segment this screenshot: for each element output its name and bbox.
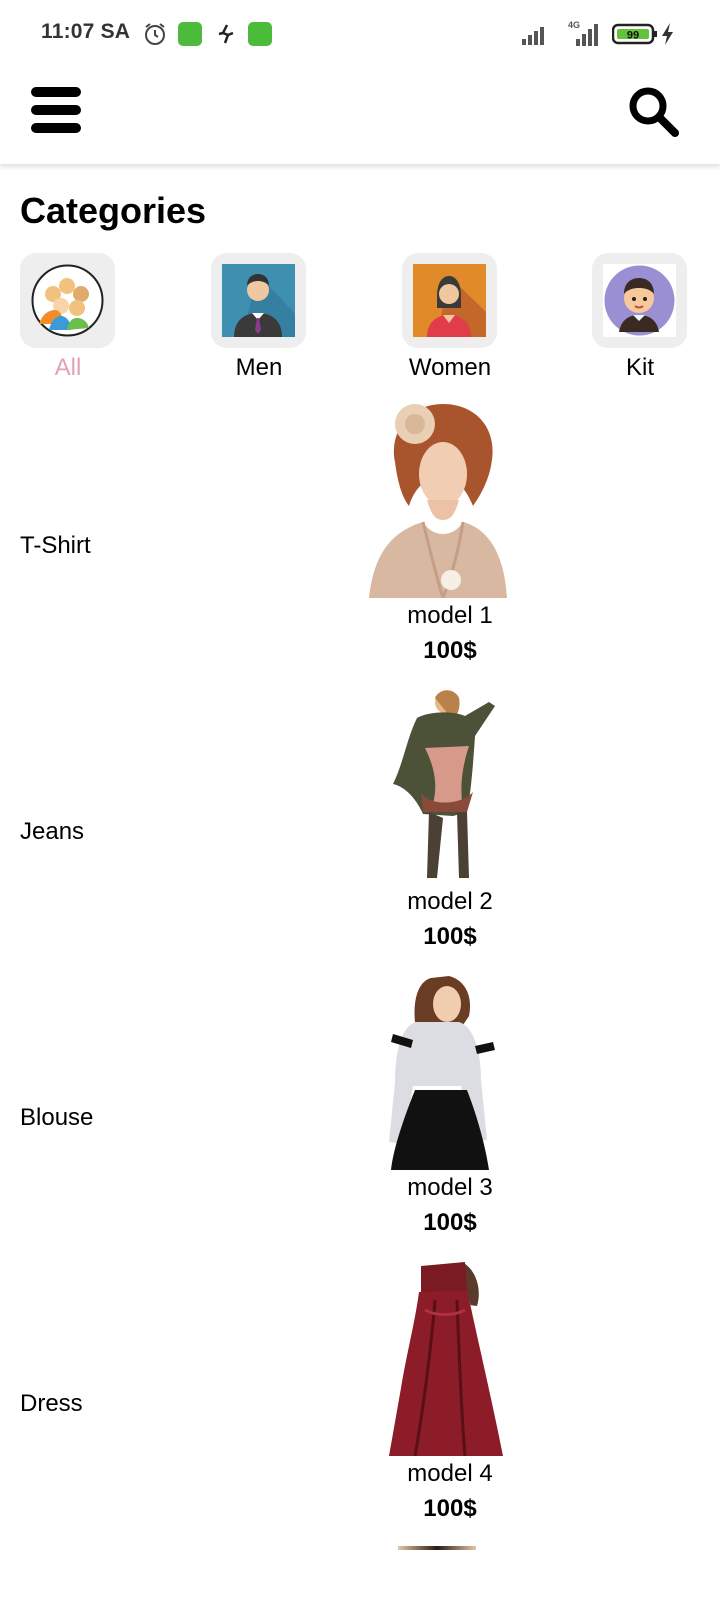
alarm-clock-icon <box>145 23 165 45</box>
status-bar: 11:07 SA 4G 99 <box>0 0 720 70</box>
category-men[interactable]: Men <box>211 253 307 382</box>
product-image[interactable] <box>365 974 515 1170</box>
runner-icon <box>218 24 234 44</box>
category-label: All <box>54 354 82 381</box>
category-tile[interactable] <box>211 253 306 348</box>
product-image[interactable] <box>365 688 515 884</box>
category-women[interactable]: Women <box>402 253 498 382</box>
product-image[interactable] <box>365 1260 515 1456</box>
categories-title: Categories <box>20 190 207 231</box>
product-category-label: Blouse <box>20 1104 94 1131</box>
kid-avatar-icon <box>603 264 676 337</box>
product-image[interactable] <box>365 402 515 598</box>
charging-bolt-icon <box>662 23 673 45</box>
product-price: 100$ <box>423 637 477 664</box>
product-price: 100$ <box>423 1495 477 1522</box>
product-name: model 3 <box>407 1174 493 1201</box>
category-tile[interactable] <box>402 253 497 348</box>
product-category-label: Dress <box>20 1390 83 1417</box>
product-name: model 4 <box>407 1460 493 1487</box>
app-notification-icon <box>248 22 272 46</box>
man-avatar-icon <box>222 264 295 337</box>
status-time: 11:07 SA <box>41 20 131 43</box>
woman-avatar-icon <box>413 264 486 337</box>
category-tile[interactable] <box>592 253 687 348</box>
app-bar <box>0 70 720 164</box>
battery-level: 99 <box>627 30 639 42</box>
product-name: model 2 <box>407 888 493 915</box>
signal-strength-icon <box>522 27 544 45</box>
product-row[interactable]: Dress model 4 100$ <box>0 1260 720 1546</box>
battery-icon: 99 <box>612 23 657 45</box>
network-type-label: 4G <box>568 20 580 30</box>
next-product-image-peek <box>398 1546 476 1550</box>
product-row[interactable]: T-Shirt model 1 100$ <box>0 402 720 688</box>
product-name: model 1 <box>407 602 493 629</box>
product-category-label: Jeans <box>20 818 85 845</box>
product-price: 100$ <box>423 1209 477 1236</box>
product-price: 100$ <box>423 923 477 950</box>
search-icon[interactable] <box>626 84 680 138</box>
category-tile[interactable] <box>20 253 115 348</box>
category-label: Kit <box>625 354 654 381</box>
category-label: Men <box>235 354 283 381</box>
product-category-label: T-Shirt <box>20 532 91 559</box>
product-row[interactable]: Jeans model 2 100$ <box>0 688 720 974</box>
product-row[interactable]: Blouse model 3 100$ <box>0 974 720 1260</box>
mobile-data-signal-icon: 4G <box>568 20 598 46</box>
category-all[interactable]: All <box>20 253 116 382</box>
category-label: Women <box>408 354 492 381</box>
category-kit[interactable]: Kit <box>592 253 688 382</box>
app-notification-icon <box>178 22 202 46</box>
group-avatar-icon <box>31 264 104 337</box>
hamburger-menu-icon[interactable] <box>31 87 81 133</box>
